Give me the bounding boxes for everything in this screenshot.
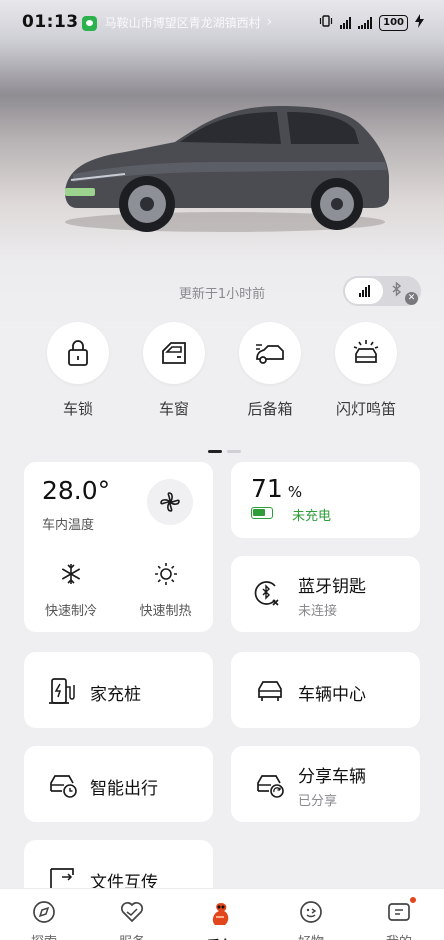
share-status: 已分享 xyxy=(298,794,338,809)
battery-indicator: 100 xyxy=(379,14,408,31)
bluetooth-key-icon xyxy=(254,581,279,606)
cabin-temperature: 28.0° xyxy=(42,476,111,505)
page-dot-active xyxy=(208,450,222,453)
vibrate-icon xyxy=(319,14,333,31)
signal-icon-2 xyxy=(358,16,373,29)
bluetooth-key-title: 蓝牙钥匙 xyxy=(298,577,366,597)
bluetooth-key-status: 未连接 xyxy=(298,604,338,619)
battery-level-icon xyxy=(251,507,273,519)
vehicle-center-label: 车辆中心 xyxy=(298,685,366,705)
fan-icon xyxy=(160,492,180,512)
window-button[interactable] xyxy=(143,322,205,384)
snowflake-icon xyxy=(61,564,81,584)
page-dot xyxy=(227,450,242,453)
trunk-control[interactable]: 后备箱 xyxy=(222,322,318,419)
vehicle-image xyxy=(65,106,389,232)
flash-horn-control[interactable]: 闪灯鸣笛 xyxy=(318,322,414,419)
tab-service-label: 服务 xyxy=(97,931,167,940)
profile-icon xyxy=(388,903,410,921)
tab-shop-label: 好物 xyxy=(276,931,346,940)
lock-control[interactable]: 车锁 xyxy=(30,322,126,419)
battery-percent: 71 xyxy=(251,474,283,503)
shop-icon xyxy=(300,901,322,923)
sun-icon xyxy=(154,563,177,585)
network-mode[interactable] xyxy=(345,278,383,304)
share-vehicle-label: 分享车辆 xyxy=(298,767,366,787)
flash-horn-label: 闪灯鸣笛 xyxy=(335,400,396,418)
chevron-right-icon[interactable]: › xyxy=(267,14,273,30)
tab-explore-label: 探索 xyxy=(9,931,79,940)
charger-icon xyxy=(49,678,75,704)
battery-unit: % xyxy=(287,483,303,501)
car-icon xyxy=(258,681,282,701)
connection-toggle[interactable]: ✕ xyxy=(343,276,421,306)
tab-explore[interactable]: 探索 xyxy=(9,899,79,940)
service-icon xyxy=(120,901,144,923)
smart-travel-label: 智能出行 xyxy=(90,779,158,799)
flash-horn-icon xyxy=(353,340,379,363)
car-window-icon xyxy=(162,342,186,364)
system-indicators: 100 xyxy=(319,14,424,31)
bluetooth-key-card[interactable]: 蓝牙钥匙 未连接 xyxy=(231,556,420,632)
charging-status: 未充电 xyxy=(292,509,332,524)
vehicle-center-card[interactable]: 车辆中心 xyxy=(231,652,420,728)
tab-shop[interactable]: 好物 xyxy=(276,899,346,940)
bottom-tab-bar: 探索 服务 爱车 好物 我的 xyxy=(0,888,444,940)
my-car-icon xyxy=(212,903,229,925)
trunk-button[interactable] xyxy=(239,322,301,384)
status-bar: 01:13 马鞍山市博望区青龙湖镇西村 › 100 xyxy=(0,0,444,44)
tab-profile[interactable]: 我的 xyxy=(364,897,434,940)
window-label: 车窗 xyxy=(158,400,189,418)
trunk-icon xyxy=(256,344,284,364)
window-control[interactable]: 车窗 xyxy=(126,322,222,419)
home-charger-label: 家充桩 xyxy=(90,685,141,705)
share-vehicle-card[interactable]: 分享车辆 已分享 xyxy=(231,746,420,822)
bluetooth-disconnected-badge: ✕ xyxy=(405,292,418,305)
battery-level-fill xyxy=(253,509,265,516)
explore-icon xyxy=(33,901,55,923)
flash-horn-button[interactable] xyxy=(335,322,397,384)
lock-icon xyxy=(68,340,88,366)
quick-controls: 车锁 车窗 后备箱 闪灯鸣笛 xyxy=(0,322,444,422)
cabin-temperature-label: 车内温度 xyxy=(42,518,95,533)
clock: 01:13 xyxy=(22,12,79,32)
fan-button[interactable] xyxy=(147,479,193,525)
tab-profile-label: 我的 xyxy=(364,931,434,940)
quick-heat-label: 快速制热 xyxy=(139,604,192,619)
network-signal-icon xyxy=(358,285,370,297)
car-clock-icon xyxy=(50,775,77,798)
tab-my-car[interactable]: 爱车 xyxy=(185,899,255,940)
tab-my-car-label: 爱车 xyxy=(185,935,255,940)
page-indicator xyxy=(208,438,242,453)
wechat-notification-icon xyxy=(81,15,97,31)
car-share-icon xyxy=(257,775,284,798)
quick-cool-label: 快速制冷 xyxy=(44,604,97,619)
battery-card[interactable]: 71 % 未充电 xyxy=(231,462,420,538)
lock-label: 车锁 xyxy=(62,400,93,418)
notification-dot xyxy=(410,897,416,903)
quick-cool-button[interactable]: 快速制冷 xyxy=(24,562,118,619)
lock-button[interactable] xyxy=(47,322,109,384)
trunk-label: 后备箱 xyxy=(247,400,293,418)
location-text[interactable]: 马鞍山市博望区青龙湖镇西村 xyxy=(105,14,261,31)
bluetooth-icon[interactable] xyxy=(391,281,403,301)
smart-travel-card[interactable]: 智能出行 xyxy=(24,746,213,822)
home-charger-card[interactable]: 家充桩 xyxy=(24,652,213,728)
tab-service[interactable]: 服务 xyxy=(97,899,167,940)
climate-card[interactable]: 28.0° 车内温度 快速制冷 快速制热 xyxy=(24,462,213,632)
charging-bolt-icon xyxy=(415,14,424,31)
quick-heat-button[interactable]: 快速制热 xyxy=(118,562,213,619)
signal-icon xyxy=(340,16,352,29)
